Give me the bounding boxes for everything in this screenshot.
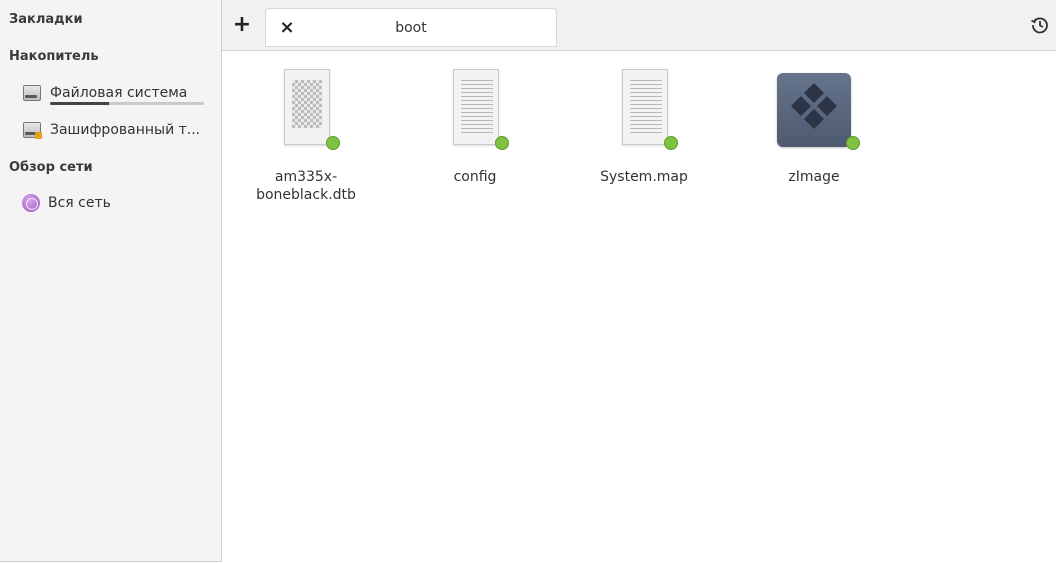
executable-icon <box>774 66 860 156</box>
synced-badge-icon <box>846 136 860 150</box>
bookmarks-header[interactable]: Закладки <box>9 12 83 27</box>
binary-file-icon <box>266 66 346 156</box>
file-item-system-map[interactable]: System.map <box>579 66 709 186</box>
synced-badge-icon <box>326 136 340 150</box>
sidebar: Закладки Накопитель Файловая система Заш… <box>0 0 222 562</box>
history-icon <box>1031 17 1048 34</box>
file-item-config[interactable]: config <box>410 66 540 186</box>
sidebar-item-label: Файловая система <box>50 85 188 101</box>
sidebar-item-entire-network[interactable]: Вся сеть <box>0 189 221 217</box>
text-file-icon <box>435 66 515 156</box>
file-item-zimage[interactable]: zImage <box>749 66 879 186</box>
synced-badge-icon <box>495 136 509 150</box>
tab-boot[interactable]: × boot <box>265 8 557 47</box>
sidebar-item-label: Зашифрованный т... <box>50 122 201 138</box>
file-name: System.map <box>600 169 688 185</box>
synced-badge-icon <box>664 136 678 150</box>
file-manager-window: Закладки Накопитель Файловая система Заш… <box>0 0 1056 563</box>
file-name: zImage <box>788 169 840 185</box>
tab-title: boot <box>395 20 427 36</box>
file-item-dtb[interactable]: am335x- boneblack.dtb <box>241 66 371 204</box>
file-name: config <box>453 169 497 185</box>
text-file-icon <box>604 66 684 156</box>
network-icon <box>22 194 40 212</box>
tab-bar: + × boot <box>222 0 1056 51</box>
sidebar-item-label: Вся сеть <box>48 195 111 211</box>
disk-usage-bar <box>50 102 204 105</box>
disk-usage-fill <box>50 102 109 105</box>
drive-icon <box>22 84 42 102</box>
history-button[interactable] <box>1030 15 1050 35</box>
encrypted-drive-icon <box>22 121 42 139</box>
sidebar-item-encrypted-volume[interactable]: Зашифрованный т... <box>0 116 221 144</box>
network-header[interactable]: Обзор сети <box>9 160 93 175</box>
new-tab-button[interactable]: + <box>232 14 252 36</box>
file-name: am335x- boneblack.dtb <box>256 169 356 203</box>
storage-header[interactable]: Накопитель <box>9 49 99 64</box>
